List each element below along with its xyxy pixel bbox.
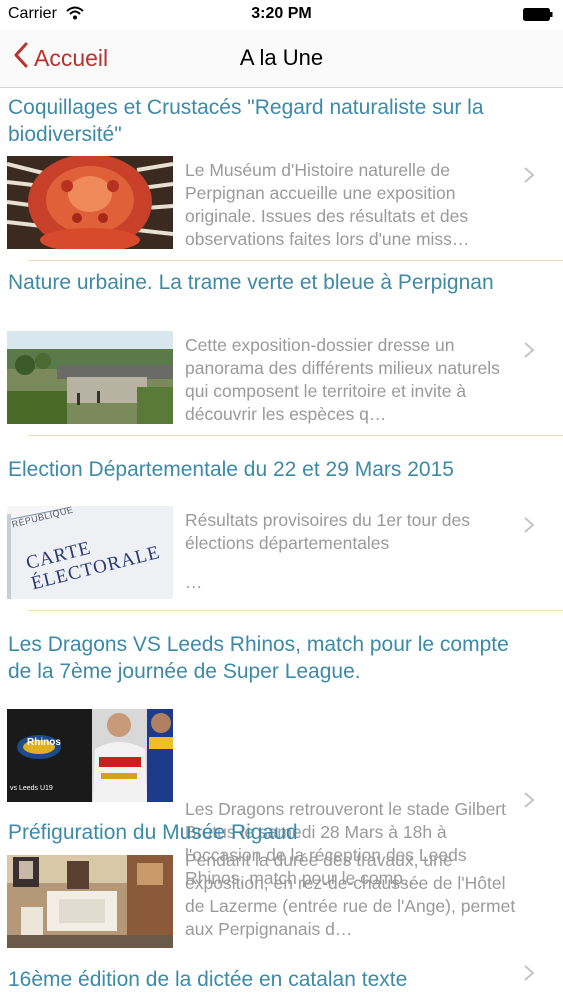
- article-title[interactable]: Nature urbaine. La trame verte et bleue …: [8, 269, 528, 296]
- battery-icon: [523, 8, 553, 21]
- article-summary-ellipsis: …: [185, 572, 203, 592]
- article-title[interactable]: Les Dragons VS Leeds Rhinos, match pour …: [8, 631, 528, 685]
- row-divider: [28, 435, 563, 436]
- article-summary: Pendant la durée des travaux, une exposi…: [185, 850, 516, 939]
- article-thumbnail: [7, 331, 173, 424]
- article-thumbnail: [7, 156, 173, 249]
- article-summary: Résultats provisoires du 1er tour des él…: [185, 510, 470, 553]
- status-time: 3:20 PM: [251, 5, 312, 22]
- article-thumbnail: RÉPUBLIQUE CARTE ÉLECTORALE: [7, 506, 173, 599]
- thumb-match-text: vs Leeds U19: [10, 785, 53, 792]
- navigation-bar: Accueil A la Une: [0, 30, 563, 88]
- article-summary: Le Muséum d'Histoire naturelle de Perpig…: [185, 160, 470, 249]
- article-thumbnail: [7, 855, 173, 948]
- article-title[interactable]: Coquillages et Crustacés "Regard natural…: [8, 94, 528, 148]
- chevron-right-icon[interactable]: [522, 165, 536, 185]
- row-divider: [28, 610, 563, 611]
- chevron-right-icon[interactable]: [522, 790, 536, 810]
- row-divider: [28, 260, 563, 261]
- status-bar: Carrier 3:20 PM: [0, 0, 563, 30]
- article-title[interactable]: Préfiguration du Musée Rigaud: [8, 819, 528, 846]
- thumb-rhinos-text: Rhinos: [27, 737, 61, 748]
- article-title[interactable]: Election Départementale du 22 et 29 Mars…: [8, 456, 528, 483]
- page-title: A la Une: [239, 45, 324, 70]
- article-summary: Cette exposition-dossier dresse un panor…: [185, 335, 500, 424]
- article-thumbnail: Rhinos vs Leeds U19: [7, 709, 173, 802]
- article-title[interactable]: 16ème édition de la dictée en catalan te…: [8, 966, 528, 993]
- chevron-right-icon[interactable]: [522, 340, 536, 360]
- chevron-right-icon[interactable]: [522, 515, 536, 535]
